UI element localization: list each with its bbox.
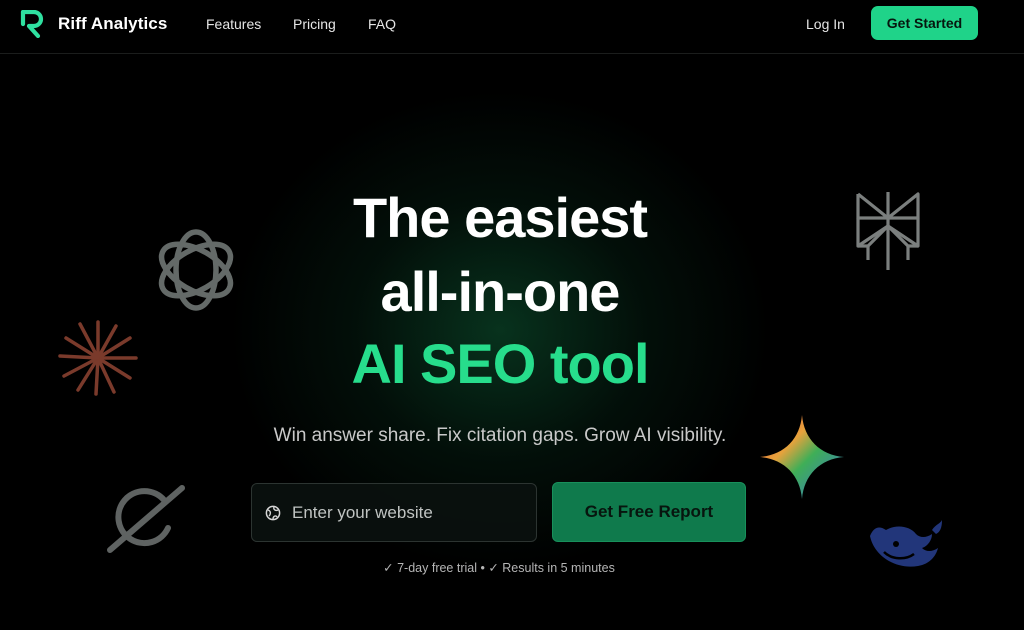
nav-link-faq[interactable]: FAQ — [368, 16, 396, 32]
trial-footnote: ✓ 7-day free trial • ✓ Results in 5 minu… — [383, 561, 615, 575]
globe-icon — [265, 505, 281, 520]
brand-name: Riff Analytics — [58, 14, 168, 33]
top-nav: Riff Analytics Features Pricing FAQ Log … — [0, 0, 1024, 54]
headline-line-2: all-in-one — [380, 260, 621, 323]
hero-subtitle: Win answer share. Fix citation gaps. Gro… — [273, 425, 727, 446]
landing-page: Riff Analytics Features Pricing FAQ Log … — [0, 0, 1024, 630]
nav-link-features[interactable]: Features — [206, 16, 261, 32]
get-started-button[interactable]: Get Started — [871, 6, 978, 40]
brand[interactable]: Riff Analytics — [20, 10, 167, 38]
grok-logo-icon — [107, 485, 185, 553]
nav-link-pricing[interactable]: Pricing — [293, 16, 336, 32]
brand-logo-icon — [20, 10, 44, 38]
website-input[interactable] — [292, 502, 522, 523]
headline-line-1: The easiest — [352, 186, 648, 249]
headline-line-3: AI SEO tool — [351, 332, 650, 395]
website-input-box[interactable] — [251, 483, 537, 542]
login-link[interactable]: Log In — [806, 16, 845, 32]
get-free-report-button[interactable]: Get Free Report — [552, 482, 746, 542]
